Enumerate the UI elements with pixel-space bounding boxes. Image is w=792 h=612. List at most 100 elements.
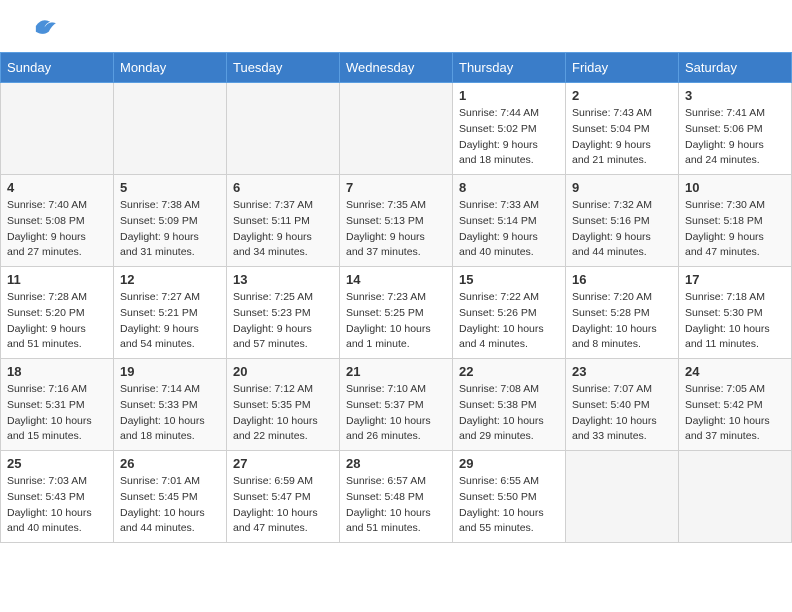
day-number: 11 — [7, 272, 107, 287]
day-info: Sunrise: 7:43 AMSunset: 5:04 PMDaylight:… — [572, 106, 672, 169]
calendar-cell: 11 Sunrise: 7:28 AMSunset: 5:20 PMDayligh… — [1, 267, 114, 359]
weekday-header: Wednesday — [340, 53, 453, 83]
weekday-header: Thursday — [453, 53, 566, 83]
day-number: 27 — [233, 456, 333, 471]
calendar-cell: 9 Sunrise: 7:32 AMSunset: 5:16 PMDaylight… — [566, 175, 679, 267]
calendar-week-row: 18 Sunrise: 7:16 AMSunset: 5:31 PMDayligh… — [1, 359, 792, 451]
day-number: 16 — [572, 272, 672, 287]
calendar-cell: 2 Sunrise: 7:43 AMSunset: 5:04 PMDaylight… — [566, 83, 679, 175]
day-number: 20 — [233, 364, 333, 379]
day-number: 4 — [7, 180, 107, 195]
day-info: Sunrise: 7:37 AMSunset: 5:11 PMDaylight:… — [233, 198, 333, 261]
day-info: Sunrise: 7:18 AMSunset: 5:30 PMDaylight:… — [685, 290, 785, 353]
day-info: Sunrise: 6:59 AMSunset: 5:47 PMDaylight:… — [233, 474, 333, 537]
day-number: 24 — [685, 364, 785, 379]
day-info: Sunrise: 6:57 AMSunset: 5:48 PMDaylight:… — [346, 474, 446, 537]
day-number: 23 — [572, 364, 672, 379]
calendar-week-row: 1 Sunrise: 7:44 AMSunset: 5:02 PMDaylight… — [1, 83, 792, 175]
day-info: Sunrise: 7:33 AMSunset: 5:14 PMDaylight:… — [459, 198, 559, 261]
day-info: Sunrise: 7:40 AMSunset: 5:08 PMDaylight:… — [7, 198, 107, 261]
calendar-week-row: 25 Sunrise: 7:03 AMSunset: 5:43 PMDayligh… — [1, 451, 792, 543]
day-info: Sunrise: 7:12 AMSunset: 5:35 PMDaylight:… — [233, 382, 333, 445]
calendar-cell: 27 Sunrise: 6:59 AMSunset: 5:47 PMDayligh… — [227, 451, 340, 543]
day-info: Sunrise: 7:41 AMSunset: 5:06 PMDaylight:… — [685, 106, 785, 169]
calendar-cell — [679, 451, 792, 543]
day-info: Sunrise: 7:10 AMSunset: 5:37 PMDaylight:… — [346, 382, 446, 445]
day-number: 8 — [459, 180, 559, 195]
day-info: Sunrise: 7:32 AMSunset: 5:16 PMDaylight:… — [572, 198, 672, 261]
day-number: 22 — [459, 364, 559, 379]
day-number: 1 — [459, 88, 559, 103]
weekday-header: Monday — [114, 53, 227, 83]
day-info: Sunrise: 7:03 AMSunset: 5:43 PMDaylight:… — [7, 474, 107, 537]
day-info: Sunrise: 7:25 AMSunset: 5:23 PMDaylight:… — [233, 290, 333, 353]
calendar-cell: 1 Sunrise: 7:44 AMSunset: 5:02 PMDaylight… — [453, 83, 566, 175]
logo — [24, 18, 58, 40]
day-number: 10 — [685, 180, 785, 195]
day-number: 21 — [346, 364, 446, 379]
day-info: Sunrise: 7:05 AMSunset: 5:42 PMDaylight:… — [685, 382, 785, 445]
weekday-header-row: SundayMondayTuesdayWednesdayThursdayFrid… — [1, 53, 792, 83]
day-number: 2 — [572, 88, 672, 103]
day-info: Sunrise: 7:30 AMSunset: 5:18 PMDaylight:… — [685, 198, 785, 261]
calendar-cell: 10 Sunrise: 7:30 AMSunset: 5:18 PMDayligh… — [679, 175, 792, 267]
calendar-cell: 7Sunrise: 7:35 AMSunset: 5:13 PMDaylight… — [340, 175, 453, 267]
day-number: 12 — [120, 272, 220, 287]
calendar-cell: 12 Sunrise: 7:27 AMSunset: 5:21 PMDayligh… — [114, 267, 227, 359]
day-number: 13 — [233, 272, 333, 287]
weekday-header: Tuesday — [227, 53, 340, 83]
day-number: 14 — [346, 272, 446, 287]
calendar-week-row: 4 Sunrise: 7:40 AMSunset: 5:08 PMDaylight… — [1, 175, 792, 267]
calendar-cell: 20 Sunrise: 7:12 AMSunset: 5:35 PMDayligh… — [227, 359, 340, 451]
day-info: Sunrise: 7:16 AMSunset: 5:31 PMDaylight:… — [7, 382, 107, 445]
day-info: Sunrise: 7:44 AMSunset: 5:02 PMDaylight:… — [459, 106, 559, 169]
calendar-cell: 17 Sunrise: 7:18 AMSunset: 5:30 PMDayligh… — [679, 267, 792, 359]
calendar-cell: 4 Sunrise: 7:40 AMSunset: 5:08 PMDaylight… — [1, 175, 114, 267]
calendar-cell: 28 Sunrise: 6:57 AMSunset: 5:48 PMDayligh… — [340, 451, 453, 543]
day-info: Sunrise: 7:22 AMSunset: 5:26 PMDaylight:… — [459, 290, 559, 353]
day-info: Sunrise: 7:20 AMSunset: 5:28 PMDaylight:… — [572, 290, 672, 353]
calendar-cell: 13 Sunrise: 7:25 AMSunset: 5:23 PMDayligh… — [227, 267, 340, 359]
calendar-cell — [566, 451, 679, 543]
day-number: 18 — [7, 364, 107, 379]
calendar-cell: 16 Sunrise: 7:20 AMSunset: 5:28 PMDayligh… — [566, 267, 679, 359]
calendar-cell: 21 Sunrise: 7:10 AMSunset: 5:37 PMDayligh… — [340, 359, 453, 451]
calendar-cell: 15 Sunrise: 7:22 AMSunset: 5:26 PMDayligh… — [453, 267, 566, 359]
day-info: Sunrise: 7:28 AMSunset: 5:20 PMDaylight:… — [7, 290, 107, 353]
calendar-week-row: 11 Sunrise: 7:28 AMSunset: 5:20 PMDayligh… — [1, 267, 792, 359]
day-info: Sunrise: 7:07 AMSunset: 5:40 PMDaylight:… — [572, 382, 672, 445]
calendar-cell: 3Sunrise: 7:41 AMSunset: 5:06 PMDaylight… — [679, 83, 792, 175]
calendar-cell: 18 Sunrise: 7:16 AMSunset: 5:31 PMDayligh… — [1, 359, 114, 451]
calendar-cell: 8 Sunrise: 7:33 AMSunset: 5:14 PMDaylight… — [453, 175, 566, 267]
calendar-cell — [340, 83, 453, 175]
day-number: 25 — [7, 456, 107, 471]
day-info: Sunrise: 7:14 AMSunset: 5:33 PMDaylight:… — [120, 382, 220, 445]
calendar-cell: 19 Sunrise: 7:14 AMSunset: 5:33 PMDayligh… — [114, 359, 227, 451]
weekday-header: Saturday — [679, 53, 792, 83]
day-number: 29 — [459, 456, 559, 471]
weekday-header: Friday — [566, 53, 679, 83]
day-number: 28 — [346, 456, 446, 471]
day-info: Sunrise: 7:35 AMSunset: 5:13 PMDaylight:… — [346, 198, 446, 261]
day-number: 26 — [120, 456, 220, 471]
day-number: 17 — [685, 272, 785, 287]
page-header — [0, 0, 792, 44]
day-info: Sunrise: 7:23 AMSunset: 5:25 PMDaylight:… — [346, 290, 446, 353]
day-info: Sunrise: 7:27 AMSunset: 5:21 PMDaylight:… — [120, 290, 220, 353]
calendar-cell: 22 Sunrise: 7:08 AMSunset: 5:38 PMDayligh… — [453, 359, 566, 451]
day-info: Sunrise: 7:08 AMSunset: 5:38 PMDaylight:… — [459, 382, 559, 445]
calendar-cell: 14 Sunrise: 7:23 AMSunset: 5:25 PMDayligh… — [340, 267, 453, 359]
calendar-cell: 25 Sunrise: 7:03 AMSunset: 5:43 PMDayligh… — [1, 451, 114, 543]
day-number: 15 — [459, 272, 559, 287]
calendar-cell: 6Sunrise: 7:37 AMSunset: 5:11 PMDaylight… — [227, 175, 340, 267]
day-number: 9 — [572, 180, 672, 195]
day-number: 19 — [120, 364, 220, 379]
calendar-cell — [1, 83, 114, 175]
day-info: Sunrise: 7:38 AMSunset: 5:09 PMDaylight:… — [120, 198, 220, 261]
calendar-cell: 23 Sunrise: 7:07 AMSunset: 5:40 PMDayligh… — [566, 359, 679, 451]
calendar-table: SundayMondayTuesdayWednesdayThursdayFrid… — [0, 52, 792, 543]
day-info: Sunrise: 7:01 AMSunset: 5:45 PMDaylight:… — [120, 474, 220, 537]
day-info: Sunrise: 6:55 AMSunset: 5:50 PMDaylight:… — [459, 474, 559, 537]
calendar-cell — [114, 83, 227, 175]
calendar-cell: 29 Sunrise: 6:55 AMSunset: 5:50 PMDayligh… — [453, 451, 566, 543]
